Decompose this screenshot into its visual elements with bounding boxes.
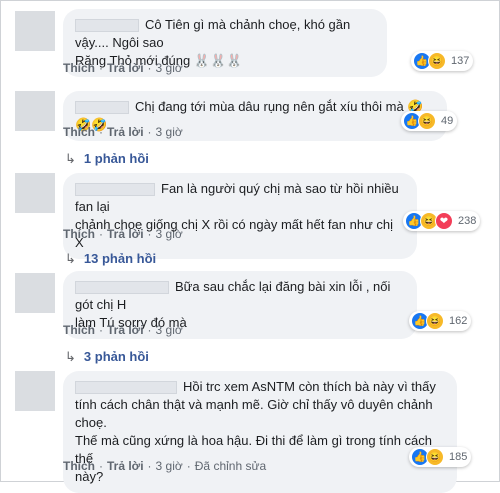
commenter-name-redacted[interactable]: [75, 19, 139, 33]
avatar[interactable]: [15, 173, 55, 213]
comment-actions: Thích · Trả lời · 3 giờ · Đã chỉnh sửa: [63, 459, 267, 473]
reply-arrow-icon: ↳: [65, 349, 76, 364]
timestamp[interactable]: 3 giờ: [156, 227, 183, 241]
replies-count: 1 phản hồi: [83, 151, 149, 166]
view-replies-link[interactable]: ↳ 1 phản hồi: [65, 151, 149, 167]
haha-reaction-icon: 😆: [426, 312, 444, 330]
comment-actions: Thích · Trả lời · 3 giờ: [63, 323, 183, 337]
haha-reaction-icon: 😆: [418, 112, 436, 130]
comment-text: tính cách chân thật và mạnh mẽ. Giờ chỉ …: [75, 397, 433, 430]
timestamp[interactable]: 3 giờ: [156, 61, 183, 75]
commenter-name-redacted[interactable]: [75, 183, 155, 197]
comment-bubble: Fan là người quý chị mà sao từ hồi nhiều…: [63, 173, 417, 259]
reply-link[interactable]: Trả lời: [107, 459, 144, 473]
view-replies-link[interactable]: ↳ 3 phản hồi: [65, 349, 149, 365]
love-reaction-icon: ❤: [435, 212, 453, 230]
comment-bubble: Hồi trc xem AsNTM còn thích bà này vì th…: [63, 371, 457, 493]
timestamp[interactable]: 3 giờ: [156, 125, 183, 139]
reaction-count: 185: [449, 451, 468, 463]
reaction-count: 238: [458, 215, 477, 227]
comment-text: Hồi trc xem AsNTM còn thích bà này vì th…: [183, 379, 436, 394]
commenter-name-redacted[interactable]: [75, 381, 177, 395]
like-link[interactable]: Thích: [63, 323, 95, 337]
timestamp[interactable]: 3 giờ: [156, 459, 183, 473]
reaction-summary[interactable]: 👍 😆 137: [411, 51, 474, 71]
like-link[interactable]: Thích: [63, 61, 95, 75]
reaction-count: 49: [441, 115, 454, 127]
avatar[interactable]: [15, 91, 55, 131]
comment-actions: Thích · Trả lời · 3 giờ: [63, 125, 183, 139]
haha-reaction-icon: 😆: [428, 52, 446, 70]
like-link[interactable]: Thích: [63, 459, 95, 473]
comment-actions: Thích · Trả lời · 3 giờ: [63, 227, 183, 241]
reply-arrow-icon: ↳: [65, 151, 76, 166]
comment-thread: Cô Tiên gì mà chảnh choẹ, khó gần vậy...…: [0, 0, 500, 493]
avatar[interactable]: [15, 11, 55, 51]
reaction-count: 162: [449, 315, 468, 327]
commenter-name-redacted[interactable]: [75, 101, 129, 115]
reply-link[interactable]: Trả lời: [107, 227, 144, 241]
like-link[interactable]: Thích: [63, 227, 95, 241]
avatar[interactable]: [15, 273, 55, 313]
replies-count: 13 phản hồi: [83, 251, 157, 266]
like-link[interactable]: Thích: [63, 125, 95, 139]
reaction-count: 137: [451, 55, 470, 67]
reaction-summary[interactable]: 👍 😆 ❤ 238: [403, 211, 481, 231]
haha-reaction-icon: 😆: [426, 448, 444, 466]
reaction-summary[interactable]: 👍 😆 162: [409, 311, 472, 331]
reply-arrow-icon: ↳: [65, 251, 76, 266]
avatar[interactable]: [15, 371, 55, 411]
commenter-name-redacted[interactable]: [75, 281, 169, 295]
replies-count: 3 phản hồi: [83, 349, 149, 364]
reaction-summary[interactable]: 👍 😆 185: [409, 447, 472, 467]
comment-actions: Thích · Trả lời · 3 giờ: [63, 61, 183, 75]
reply-link[interactable]: Trả lời: [107, 323, 144, 337]
edited-label[interactable]: Đã chỉnh sửa: [195, 459, 266, 473]
reaction-summary[interactable]: 👍 😆 49: [401, 111, 458, 131]
view-replies-link[interactable]: ↳ 13 phản hồi: [65, 251, 156, 267]
reply-link[interactable]: Trả lời: [107, 125, 144, 139]
timestamp[interactable]: 3 giờ: [156, 323, 183, 337]
reply-link[interactable]: Trả lời: [107, 61, 144, 75]
